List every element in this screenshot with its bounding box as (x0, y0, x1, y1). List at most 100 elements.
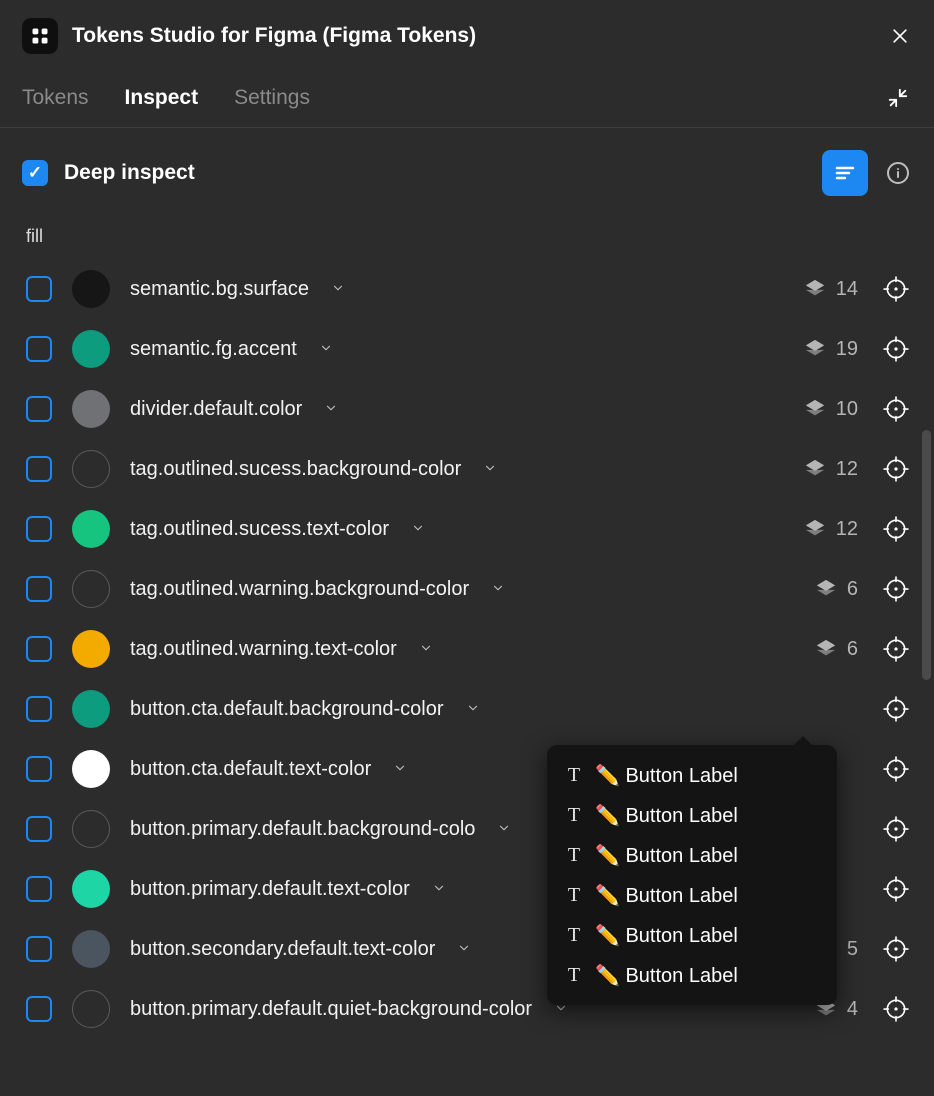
popover-layer-item[interactable]: T ✏️ Button Label (565, 915, 819, 955)
text-icon: T (565, 964, 583, 987)
plugin-panel: Tokens Studio for Figma (Figma Tokens) T… (0, 0, 934, 1096)
token-row: tag.outlined.warning.text-color 6 (0, 619, 934, 679)
token-checkbox[interactable] (26, 276, 52, 302)
token-name: tag.outlined.warning.background-color (130, 578, 469, 601)
layers-count[interactable]: 12 (802, 458, 858, 481)
popover-layer-item[interactable]: T ✏️ Button Label (565, 755, 819, 795)
info-button[interactable] (884, 159, 912, 187)
color-swatch (72, 870, 110, 908)
tab-settings[interactable]: Settings (234, 86, 310, 110)
token-name: button.primary.default.text-color (130, 878, 410, 901)
token-checkbox[interactable] (26, 996, 52, 1022)
collapse-icon[interactable] (884, 84, 912, 112)
target-icon[interactable] (878, 271, 914, 307)
scrollbar[interactable] (922, 430, 931, 680)
chevron-down-icon[interactable] (331, 281, 347, 297)
target-icon[interactable] (878, 571, 914, 607)
layers-count[interactable]: 6 (802, 638, 858, 661)
color-swatch (72, 630, 110, 668)
color-swatch (72, 810, 110, 848)
token-checkbox[interactable] (26, 516, 52, 542)
tab-tokens[interactable]: Tokens (22, 86, 89, 110)
token-name: semantic.bg.surface (130, 278, 309, 301)
token-row: tag.outlined.sucess.background-color 12 (0, 439, 934, 499)
token-checkbox[interactable] (26, 756, 52, 782)
popover-layer-item[interactable]: T✏️ Button Label (565, 795, 819, 835)
token-checkbox[interactable] (26, 636, 52, 662)
color-swatch (72, 270, 110, 308)
section-fill-label: fill (0, 218, 934, 259)
layers-count[interactable]: 19 (802, 338, 858, 361)
text-icon: T (565, 924, 583, 947)
target-icon[interactable] (878, 451, 914, 487)
token-checkbox[interactable] (26, 456, 52, 482)
inspect-toolbar: Deep inspect (0, 128, 934, 218)
token-name: button.secondary.default.text-color (130, 938, 435, 961)
token-checkbox[interactable] (26, 336, 52, 362)
token-name: button.cta.default.text-color (130, 758, 371, 781)
text-icon: T (565, 844, 583, 867)
text-icon: T (565, 884, 583, 907)
color-swatch (72, 690, 110, 728)
color-swatch (72, 450, 110, 488)
target-icon[interactable] (878, 631, 914, 667)
layers-count[interactable]: 12 (802, 518, 858, 541)
deep-inspect-label: Deep inspect (64, 161, 806, 185)
token-name: semantic.fg.accent (130, 338, 297, 361)
color-swatch (72, 570, 110, 608)
layers-count[interactable]: 14 (802, 278, 858, 301)
target-icon[interactable] (878, 511, 914, 547)
chevron-down-icon[interactable] (419, 641, 435, 657)
layer-label: ✏️ Button Label (595, 923, 738, 948)
layer-label: ✏️ Button Label (595, 883, 738, 908)
target-icon[interactable] (878, 931, 914, 967)
target-icon[interactable] (878, 811, 914, 847)
chevron-down-icon[interactable] (393, 761, 409, 777)
close-button[interactable] (886, 22, 914, 50)
target-icon[interactable] (878, 331, 914, 367)
token-checkbox[interactable] (26, 576, 52, 602)
target-icon[interactable] (878, 871, 914, 907)
color-swatch (72, 330, 110, 368)
color-swatch (72, 930, 110, 968)
popover-layer-item[interactable]: T ✏️ Button Label (565, 835, 819, 875)
chevron-down-icon[interactable] (497, 821, 513, 837)
chevron-down-icon[interactable] (319, 341, 335, 357)
chevron-down-icon[interactable] (466, 701, 482, 717)
target-icon[interactable] (878, 991, 914, 1027)
target-icon[interactable] (878, 391, 914, 427)
token-checkbox[interactable] (26, 936, 52, 962)
layers-count[interactable]: 10 (802, 398, 858, 421)
chevron-down-icon[interactable] (483, 461, 499, 477)
popover-layer-item[interactable]: T ✏️ Button Label (565, 955, 819, 995)
token-row: semantic.bg.surface 14 (0, 259, 934, 319)
chevron-down-icon[interactable] (491, 581, 507, 597)
token-row: tag.outlined.sucess.text-color12 (0, 499, 934, 559)
panel-title: Tokens Studio for Figma (Figma Tokens) (72, 24, 872, 48)
layers-count[interactable]: 6 (802, 578, 858, 601)
token-name: tag.outlined.warning.text-color (130, 638, 397, 661)
deep-inspect-checkbox[interactable] (22, 160, 48, 186)
token-checkbox[interactable] (26, 396, 52, 422)
chevron-down-icon[interactable] (432, 881, 448, 897)
target-icon[interactable] (878, 751, 914, 787)
token-checkbox[interactable] (26, 696, 52, 722)
chevron-down-icon[interactable] (457, 941, 473, 957)
token-checkbox[interactable] (26, 876, 52, 902)
layers-popover: T ✏️ Button Label T ✏️ Button Label T ✏️ Butt… (547, 745, 837, 1005)
target-icon[interactable] (878, 691, 914, 727)
layer-label: ✏️ Button Label (595, 763, 738, 788)
text-icon: T (565, 804, 583, 827)
color-swatch (72, 390, 110, 428)
layer-label: ✏️ Button Label (595, 963, 738, 988)
list-view-button[interactable] (822, 150, 868, 196)
text-icon: T (565, 764, 583, 787)
token-checkbox[interactable] (26, 816, 52, 842)
token-name: tag.outlined.sucess.background-color (130, 458, 461, 481)
popover-layer-item[interactable]: T ✏️ Button Label (565, 875, 819, 915)
token-name: button.primary.default.quiet-background-… (130, 998, 532, 1021)
chevron-down-icon[interactable] (324, 401, 340, 417)
layer-label: ✏️ Button Label (595, 843, 738, 868)
tab-inspect[interactable]: Inspect (125, 86, 199, 110)
chevron-down-icon[interactable] (411, 521, 427, 537)
